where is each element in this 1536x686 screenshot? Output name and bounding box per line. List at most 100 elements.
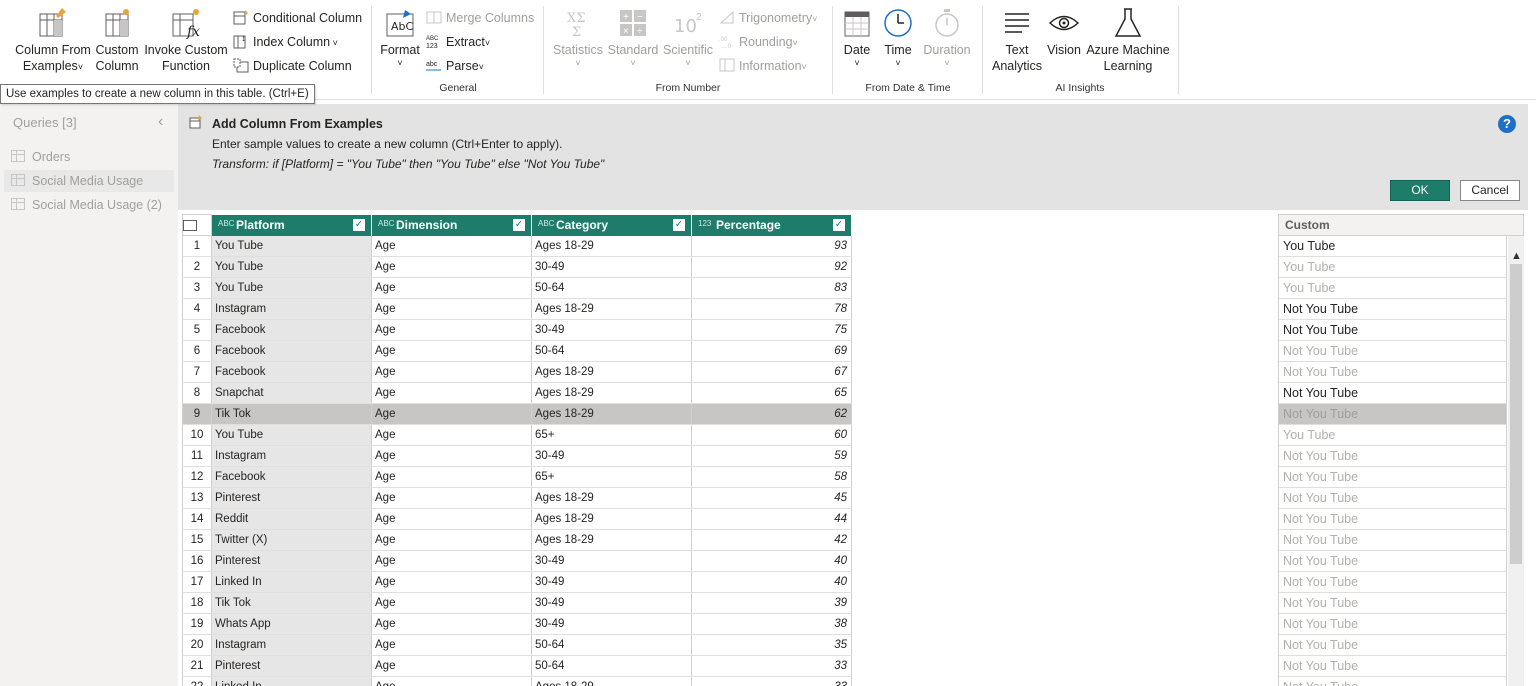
cell-percentage[interactable]: 83 [691,277,852,299]
cell-dimension[interactable]: Age [371,571,532,593]
format-button[interactable]: AbC Format ˅ [378,6,422,68]
cell-dimension[interactable]: Age [371,340,532,362]
cell-platform[interactable]: Reddit [211,508,372,530]
cell-platform[interactable]: Twitter (X) [211,529,372,551]
index-column-button[interactable]: 1 Index Column ˅ [233,33,338,51]
table-row[interactable]: 16 Pinterest Age 30-49 40 [182,550,852,572]
column-checkbox[interactable]: ✓ [513,218,525,231]
cell-category[interactable]: 30-49 [531,445,692,467]
column-header-percentage[interactable]: 123 Percentage ✓ [691,214,852,236]
custom-example-cell[interactable]: Not You Tube [1278,593,1507,614]
row-number[interactable]: 18 [182,592,212,614]
cell-platform[interactable]: You Tube [211,277,372,299]
column-checkbox[interactable]: ✓ [353,218,365,231]
cell-dimension[interactable]: Age [371,403,532,425]
cell-category[interactable]: 50-64 [531,340,692,362]
row-number[interactable]: 11 [182,445,212,467]
cell-dimension[interactable]: Age [371,424,532,446]
column-header-category[interactable]: ABC Category ✓ [531,214,692,236]
table-row[interactable]: 12 Facebook Age 65+ 58 [182,466,852,488]
vision-button[interactable]: Vision [1046,6,1082,58]
table-row[interactable]: 8 Snapchat Age Ages 18-29 65 [182,382,852,404]
cell-percentage[interactable]: 58 [691,466,852,488]
column-header-dimension[interactable]: ABC Dimension ✓ [371,214,532,236]
cell-category[interactable]: 65+ [531,466,692,488]
statistics-button[interactable]: XΣ Σ Statistics ˅ [552,6,604,68]
cell-percentage[interactable]: 59 [691,445,852,467]
query-item-orders[interactable]: Orders [4,146,174,168]
cell-percentage[interactable]: 93 [691,235,852,257]
date-button[interactable]: Date ˅ [838,6,876,68]
table-row[interactable]: 4 Instagram Age Ages 18-29 78 [182,298,852,320]
custom-example-cell[interactable]: Not You Tube [1278,635,1507,656]
cell-platform[interactable]: Tik Tok [211,403,372,425]
cell-category[interactable]: Ages 18-29 [531,403,692,425]
cell-category[interactable]: Ages 18-29 [531,487,692,509]
vertical-scrollbar[interactable]: ▲ [1508,236,1524,686]
custom-example-cell[interactable]: Not You Tube [1278,383,1507,404]
collapse-chevron-icon[interactable]: ‹ [158,113,163,131]
table-row[interactable]: 17 Linked In Age 30-49 40 [182,571,852,593]
table-row[interactable]: 2 You Tube Age 30-49 92 [182,256,852,278]
cell-category[interactable]: 30-49 [531,613,692,635]
cell-platform[interactable]: Facebook [211,319,372,341]
cell-category[interactable]: 30-49 [531,319,692,341]
cell-percentage[interactable]: 62 [691,403,852,425]
cell-percentage[interactable]: 44 [691,508,852,530]
cell-percentage[interactable]: 39 [691,592,852,614]
row-number[interactable]: 13 [182,487,212,509]
scrollbar-thumb[interactable] [1510,264,1522,564]
cell-dimension[interactable]: Age [371,592,532,614]
cell-platform[interactable]: You Tube [211,424,372,446]
azure-ml-button[interactable]: Azure Machine Learning [1086,6,1170,74]
custom-example-cell[interactable]: Not You Tube [1278,404,1507,425]
cell-category[interactable]: 50-64 [531,634,692,656]
cell-platform[interactable]: You Tube [211,235,372,257]
table-row[interactable]: 1 You Tube Age Ages 18-29 93 [182,235,852,257]
cell-platform[interactable]: Facebook [211,466,372,488]
table-row[interactable]: 10 You Tube Age 65+ 60 [182,424,852,446]
cell-dimension[interactable]: Age [371,382,532,404]
cell-dimension[interactable]: Age [371,466,532,488]
custom-example-cell[interactable]: Not You Tube [1278,362,1507,383]
cell-platform[interactable]: Linked In [211,571,372,593]
cell-dimension[interactable]: Age [371,613,532,635]
cell-percentage[interactable]: 38 [691,613,852,635]
cell-category[interactable]: 50-64 [531,655,692,677]
custom-example-cell[interactable]: You Tube [1278,425,1507,446]
custom-example-cell[interactable]: Not You Tube [1278,509,1507,530]
row-number[interactable]: 21 [182,655,212,677]
scientific-button[interactable]: 10 2 Scientific ˅ [662,6,714,68]
duplicate-column-button[interactable]: Duplicate Column [233,57,352,75]
query-item-social-media-usage-2[interactable]: Social Media Usage (2) [4,194,174,216]
information-button[interactable]: Information˅ [719,57,807,75]
cell-percentage[interactable]: 45 [691,487,852,509]
cell-platform[interactable]: Pinterest [211,655,372,677]
table-row[interactable]: 13 Pinterest Age Ages 18-29 45 [182,487,852,509]
cell-percentage[interactable]: 65 [691,382,852,404]
custom-example-cell[interactable]: Not You Tube [1278,656,1507,677]
table-row[interactable]: 14 Reddit Age Ages 18-29 44 [182,508,852,530]
cell-percentage[interactable]: 92 [691,256,852,278]
cell-dimension[interactable]: Age [371,529,532,551]
table-row[interactable]: 6 Facebook Age 50-64 69 [182,340,852,362]
cell-dimension[interactable]: Age [371,235,532,257]
custom-example-cell[interactable]: Not You Tube [1278,677,1507,686]
cell-dimension[interactable]: Age [371,319,532,341]
cell-platform[interactable]: Pinterest [211,550,372,572]
table-row[interactable]: 7 Facebook Age Ages 18-29 67 [182,361,852,383]
table-row[interactable]: 21 Pinterest Age 50-64 33 [182,655,852,677]
cell-category[interactable]: Ages 18-29 [531,361,692,383]
row-number[interactable]: 10 [182,424,212,446]
table-row[interactable]: 15 Twitter (X) Age Ages 18-29 42 [182,529,852,551]
custom-example-cell[interactable]: You Tube [1278,236,1507,257]
time-button[interactable]: Time ˅ [880,6,916,68]
cell-percentage[interactable]: 33 [691,676,852,686]
cell-category[interactable]: 30-49 [531,571,692,593]
cell-dimension[interactable]: Age [371,655,532,677]
cell-platform[interactable]: Facebook [211,340,372,362]
cell-category[interactable]: Ages 18-29 [531,235,692,257]
table-menu-button[interactable] [182,214,212,236]
cell-platform[interactable]: Instagram [211,445,372,467]
cell-platform[interactable]: You Tube [211,256,372,278]
